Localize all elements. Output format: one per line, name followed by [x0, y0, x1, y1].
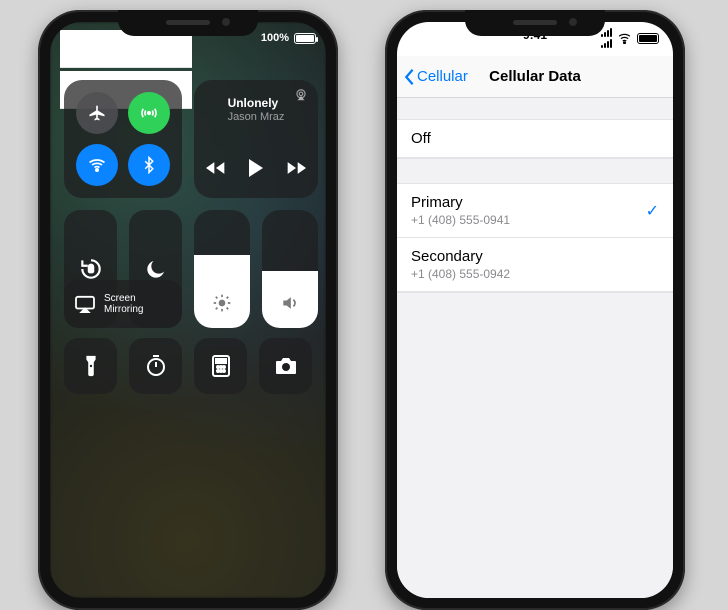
option-subtitle: +1 (408) 555-0941	[411, 213, 510, 227]
volume-icon	[280, 293, 300, 316]
play-button[interactable]	[248, 159, 264, 180]
next-track-button[interactable]	[286, 160, 306, 179]
wifi-icon	[87, 155, 107, 175]
checkmark-icon: ✓	[646, 201, 659, 221]
phone-settings: 9:41 Cellular	[385, 10, 685, 610]
navigation-bar: Cellular Cellular Data	[397, 56, 673, 98]
brightness-icon	[212, 293, 232, 316]
screen-mirroring-button[interactable]: Screen Mirroring	[64, 280, 182, 328]
brightness-slider[interactable]	[194, 210, 250, 328]
airplane-icon	[87, 103, 107, 123]
chevron-left-icon	[403, 68, 415, 86]
wifi-icon	[617, 32, 632, 44]
settings-list: Off Primary +1 (408) 555-0941 ✓ Seconda	[397, 98, 673, 598]
connectivity-tile[interactable]	[64, 80, 182, 198]
carrier-1-label: Carrier LTE	[102, 40, 178, 57]
option-off[interactable]: Off	[397, 120, 673, 158]
dual-signal-icon	[601, 28, 612, 48]
flashlight-button[interactable]	[64, 338, 117, 394]
previous-track-button[interactable]	[206, 160, 226, 179]
phone-control-center: 1 Carrier LTE 2 Carrier 2 100%	[38, 10, 338, 610]
antenna-icon	[139, 103, 159, 123]
track-artist: Jason Mraz	[228, 111, 285, 123]
airplane-mode-toggle[interactable]	[76, 92, 118, 134]
back-label: Cellular	[417, 68, 468, 85]
play-icon	[248, 159, 264, 177]
camera-icon	[274, 356, 298, 376]
option-label: Secondary	[411, 248, 510, 265]
calculator-icon	[211, 354, 231, 378]
bluetooth-icon	[140, 156, 158, 174]
track-title: Unlonely	[228, 96, 285, 110]
forward-icon	[286, 160, 306, 176]
option-secondary[interactable]: Secondary +1 (408) 555-0942	[397, 238, 673, 292]
option-label: Off	[411, 130, 431, 147]
signal-bars-icon	[74, 44, 85, 53]
camera-button[interactable]	[259, 338, 312, 394]
flashlight-icon	[82, 354, 100, 378]
orientation-lock-icon	[78, 256, 104, 282]
airplay-icon[interactable]	[294, 88, 308, 105]
battery-percent: 100%	[261, 32, 289, 44]
now-playing-tile[interactable]: Unlonely Jason Mraz	[194, 80, 318, 198]
sim-1-badge: 1	[89, 44, 98, 53]
option-primary[interactable]: Primary +1 (408) 555-0941 ✓	[397, 184, 673, 238]
screen-mirroring-icon	[74, 295, 96, 313]
timer-button[interactable]	[129, 338, 182, 394]
wifi-toggle[interactable]	[76, 144, 118, 186]
timer-icon	[144, 354, 168, 378]
battery-icon	[294, 33, 316, 44]
rewind-icon	[206, 160, 226, 176]
battery-icon	[637, 33, 659, 44]
option-label: Primary	[411, 194, 510, 211]
moon-icon	[144, 257, 168, 281]
bluetooth-toggle[interactable]	[128, 144, 170, 186]
page-title: Cellular Data	[489, 68, 581, 85]
cellular-data-toggle[interactable]	[128, 92, 170, 134]
back-button[interactable]: Cellular	[403, 56, 468, 97]
screen-mirroring-label: Screen Mirroring	[104, 293, 143, 316]
volume-slider[interactable]	[262, 210, 318, 328]
option-subtitle: +1 (408) 555-0942	[411, 267, 510, 281]
calculator-button[interactable]	[194, 338, 247, 394]
